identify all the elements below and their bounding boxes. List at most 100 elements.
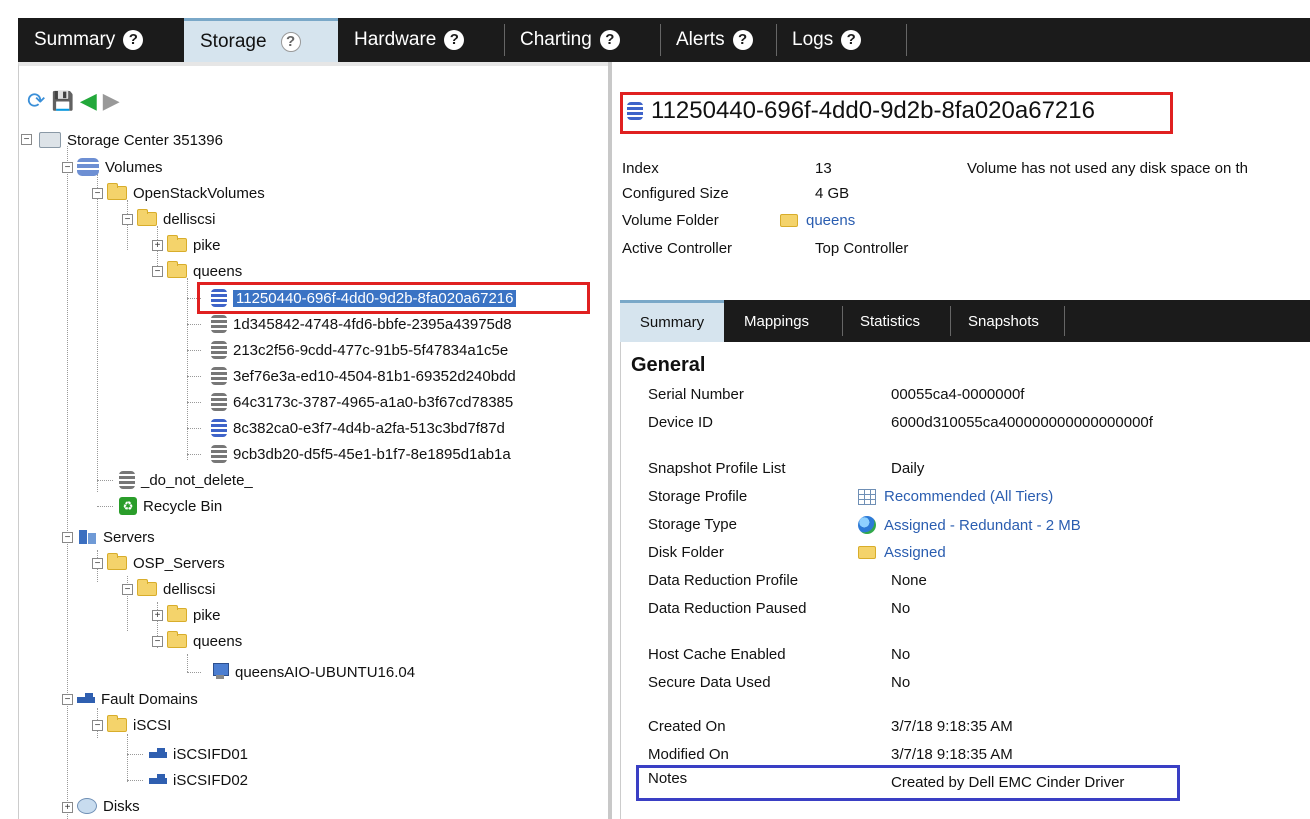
- tree-node-label: _do_not_delete_: [141, 471, 253, 489]
- tree-node-delliscsi[interactable]: delliscsi: [137, 208, 216, 230]
- tab-charting[interactable]: Charting ?: [504, 18, 660, 62]
- tree-node-server-pike[interactable]: pike: [167, 604, 221, 626]
- secure-data-value: No: [891, 674, 911, 691]
- tree-node-storage-center[interactable]: Storage Center 351396: [39, 129, 223, 151]
- tab-alerts[interactable]: Alerts ?: [660, 18, 776, 62]
- volume-folder-label: Volume Folder: [622, 212, 719, 229]
- storage-type-icon: [858, 516, 876, 534]
- expand-toggle[interactable]: +: [152, 240, 163, 251]
- tree-node-label: Fault Domains: [101, 690, 198, 708]
- tree-node-servers[interactable]: Servers: [77, 526, 155, 548]
- tab-logs[interactable]: Logs ?: [776, 18, 906, 62]
- tree-node-server-delliscsi[interactable]: delliscsi: [137, 578, 216, 600]
- collapse-toggle[interactable]: −: [62, 694, 73, 705]
- tree-node-iscsifd02[interactable]: iSCSIFD02: [149, 769, 248, 791]
- storage-profile-link[interactable]: Recommended (All Tiers): [884, 488, 1053, 505]
- tree-node-volume[interactable]: 64c3173c-3787-4965-a1a0-b3f67cd78385: [211, 391, 513, 413]
- tree-line: [187, 654, 188, 672]
- storage-center-icon: [39, 132, 61, 148]
- expand-toggle[interactable]: +: [62, 802, 73, 813]
- tree-line: [187, 376, 201, 377]
- collapse-toggle[interactable]: −: [21, 134, 32, 145]
- tree-node-fault-domains[interactable]: Fault Domains: [77, 688, 198, 710]
- tree-node-label: pike: [193, 606, 221, 624]
- tree-node-iscsi[interactable]: iSCSI: [107, 714, 171, 736]
- collapse-toggle[interactable]: −: [62, 162, 73, 173]
- forward-arrow-icon[interactable]: ▶: [103, 90, 120, 112]
- help-icon[interactable]: ?: [280, 31, 301, 52]
- snapshot-profile-value: Daily: [891, 460, 925, 477]
- tree-node-label: OpenStackVolumes: [133, 184, 265, 202]
- collapse-toggle[interactable]: −: [122, 584, 133, 595]
- back-arrow-icon[interactable]: ◀: [80, 90, 97, 112]
- general-section: General Serial Number 00055ca4-0000000f …: [620, 342, 1310, 819]
- general-heading: General: [631, 354, 706, 376]
- tab-divider: [950, 306, 951, 336]
- active-controller-label: Active Controller: [622, 240, 733, 257]
- tree-line: [187, 278, 188, 460]
- tree-node-volume[interactable]: 9cb3db20-d5f5-45e1-b1f7-8e1895d1ab1a: [211, 443, 511, 465]
- save-icon[interactable]: 💾: [51, 90, 73, 112]
- tree-line: [97, 506, 113, 507]
- tree-node-openstackvolumes[interactable]: OpenStackVolumes: [107, 182, 265, 204]
- subtab-mappings[interactable]: Mappings: [732, 300, 821, 342]
- subtab-summary[interactable]: Summary: [620, 300, 724, 342]
- tree-node-server-host[interactable]: queensAIO-UBUNTU16.04: [211, 661, 415, 683]
- serial-number-value: 00055ca4-0000000f: [891, 386, 1025, 403]
- collapse-toggle[interactable]: −: [152, 266, 163, 277]
- modified-on-value: 3/7/18 9:18:35 AM: [891, 746, 1013, 763]
- storage-type-link[interactable]: Assigned - Redundant - 2 MB: [884, 517, 1081, 534]
- folder-icon: [167, 261, 187, 278]
- configured-size-value: 4 GB: [815, 185, 850, 202]
- collapse-toggle[interactable]: −: [92, 188, 103, 199]
- tab-hardware[interactable]: Hardware ?: [338, 18, 503, 62]
- expand-toggle[interactable]: +: [152, 610, 163, 621]
- tree-line: [187, 428, 201, 429]
- tree-line: [97, 174, 98, 492]
- tree-node-do-not-delete[interactable]: _do_not_delete_: [119, 469, 253, 491]
- tab-alerts-label: Alerts: [676, 29, 725, 50]
- tree-node-server-queens[interactable]: queens: [167, 630, 242, 652]
- tree-node-volume[interactable]: 3ef76e3a-ed10-4504-81b1-69352d240bdd: [211, 365, 516, 387]
- tree-node-disks[interactable]: Disks: [77, 795, 140, 817]
- tree-node-queens[interactable]: queens: [167, 260, 242, 282]
- refresh-icon[interactable]: ⟳: [27, 90, 45, 112]
- help-icon[interactable]: ?: [599, 30, 620, 50]
- volume-folder-link[interactable]: queens: [806, 212, 855, 229]
- tab-storage[interactable]: Storage ?: [184, 18, 338, 62]
- tree-node-recycle-bin[interactable]: ♻ Recycle Bin: [119, 495, 222, 517]
- collapse-toggle[interactable]: −: [92, 558, 103, 569]
- tree-node-volume[interactable]: 213c2f56-9cdd-477c-91b5-5f47834a1c5e: [211, 339, 508, 361]
- volume-subtab-bar: Summary Mappings Statistics Snapshots: [620, 300, 1310, 342]
- main-tab-bar: Summary ? Storage ? Hardware ? Charting …: [18, 18, 1310, 62]
- tree-node-volumes[interactable]: Volumes: [77, 156, 163, 178]
- tree-line: [127, 780, 143, 781]
- folder-icon: [780, 214, 798, 227]
- tree-node-label: 64c3173c-3787-4965-a1a0-b3f67cd78385: [233, 393, 514, 411]
- tree-node-volume[interactable]: 1d345842-4748-4fd6-bbfe-2395a43975d8: [211, 313, 512, 335]
- tree-node-label: 1d345842-4748-4fd6-bbfe-2395a43975d8: [233, 315, 512, 333]
- tab-summary[interactable]: Summary ?: [18, 18, 184, 62]
- collapse-toggle[interactable]: −: [92, 720, 103, 731]
- subtab-statistics[interactable]: Statistics: [848, 300, 932, 342]
- tree-node-label: iSCSIFD01: [173, 745, 249, 763]
- collapse-toggle[interactable]: −: [152, 636, 163, 647]
- collapse-toggle[interactable]: −: [122, 214, 133, 225]
- help-icon[interactable]: ?: [444, 30, 465, 50]
- tree-line: [187, 324, 201, 325]
- created-on-value: 3/7/18 9:18:35 AM: [891, 718, 1013, 735]
- volumes-icon: [77, 158, 99, 176]
- collapse-toggle[interactable]: −: [62, 532, 73, 543]
- tree-node-label: Servers: [103, 528, 155, 546]
- tree-node-volume[interactable]: 8c382ca0-e3f7-4d4b-a2fa-513c3bd7f87d: [211, 417, 505, 439]
- tree-node-label: iSCSI: [133, 716, 172, 734]
- help-icon[interactable]: ?: [841, 30, 862, 50]
- tree-node-label: 9cb3db20-d5f5-45e1-b1f7-8e1895d1ab1a: [233, 445, 511, 463]
- tree-node-osp-servers[interactable]: OSP_Servers: [107, 552, 225, 574]
- help-icon[interactable]: ?: [732, 30, 753, 50]
- tree-node-pike[interactable]: pike: [167, 234, 221, 256]
- tree-node-iscsifd01[interactable]: iSCSIFD01: [149, 743, 248, 765]
- subtab-snapshots[interactable]: Snapshots: [956, 300, 1051, 342]
- disk-folder-link[interactable]: Assigned: [884, 544, 946, 561]
- help-icon[interactable]: ?: [123, 30, 144, 50]
